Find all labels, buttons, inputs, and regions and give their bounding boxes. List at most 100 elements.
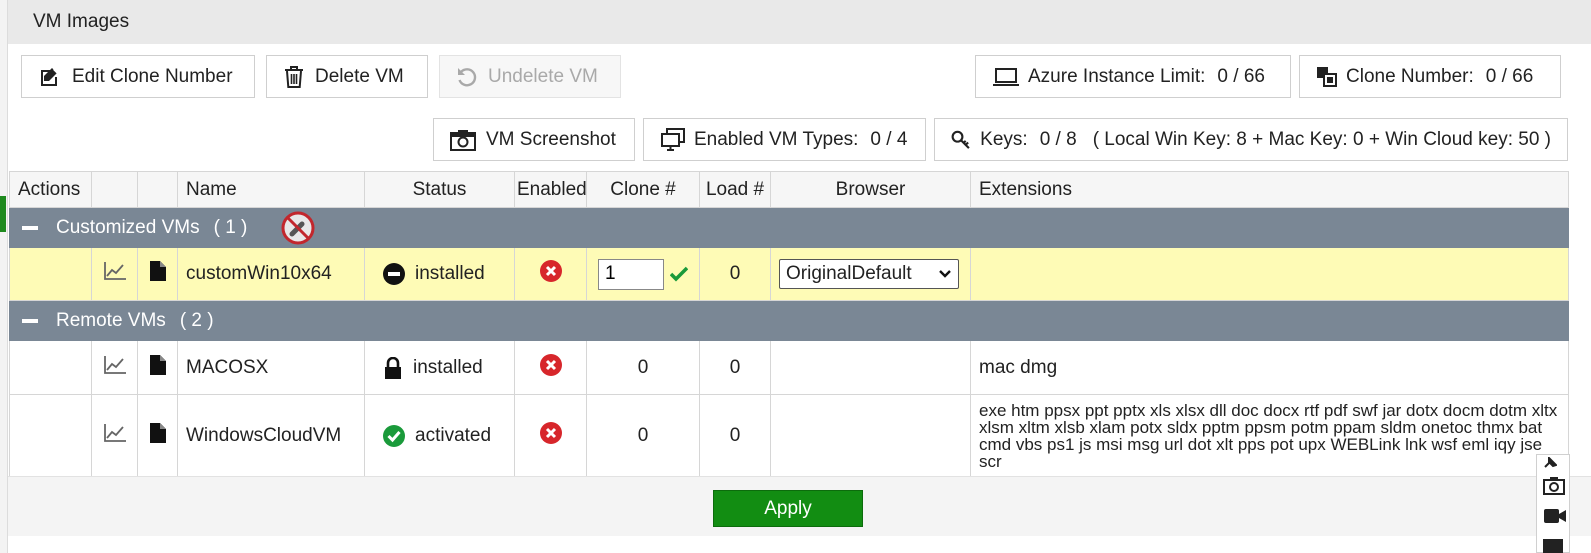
col-header-extensions[interactable]: Extensions: [970, 171, 1569, 208]
trash-icon: [285, 65, 303, 88]
clone-icon: [1317, 66, 1337, 87]
name-cell[interactable]: MACOSX: [177, 340, 365, 395]
extensions-cell: exe htm ppsx ppt pptx xls xlsx dll doc d…: [970, 394, 1569, 477]
key-icon: [951, 130, 970, 149]
check-icon[interactable]: [670, 266, 688, 282]
name-cell[interactable]: WindowsCloudVM: [177, 394, 365, 477]
col-header-chart: [91, 171, 138, 208]
table-row[interactable]: WindowsCloudVM activated 0 0 exe htm pps…: [9, 394, 1569, 477]
collapse-icon[interactable]: [22, 318, 38, 323]
edit-clone-number-button[interactable]: Edit Clone Number: [21, 55, 255, 98]
vm-screenshot-button[interactable]: VM Screenshot: [433, 118, 635, 161]
clone-cell: 0: [586, 394, 700, 477]
browser-select[interactable]: OriginalDefault: [779, 259, 959, 289]
delete-vm-button[interactable]: Delete VM: [266, 55, 428, 98]
clone-cell: [586, 247, 700, 301]
camera-icon[interactable]: [1543, 475, 1565, 495]
x-circle-icon[interactable]: [539, 421, 562, 444]
enabled-cell[interactable]: [514, 394, 587, 477]
col-header-file: [137, 171, 178, 208]
browser-cell: [770, 394, 971, 477]
minus-circle-icon: [383, 263, 405, 285]
enabled-vm-types-label: Enabled VM Types:: [694, 128, 859, 150]
group-count: ( 1 ): [213, 216, 248, 238]
enabled-cell[interactable]: [514, 340, 587, 395]
clone-number-input[interactable]: [598, 258, 664, 290]
apply-button[interactable]: Apply: [713, 490, 863, 527]
browser-cell: OriginalDefault: [770, 247, 971, 301]
col-header-load[interactable]: Load #: [699, 171, 771, 208]
name-cell[interactable]: customWin10x64: [177, 247, 365, 301]
keys-stat: Keys: 0 / 8 ( Local Win Key: 8 + Mac Key…: [934, 118, 1568, 161]
file-icon[interactable]: [149, 261, 166, 281]
edit-icon: [41, 67, 58, 86]
undelete-vm-label: Undelete VM: [488, 65, 598, 87]
no-usb-icon[interactable]: [281, 211, 315, 245]
pin-icon[interactable]: [1543, 457, 1557, 469]
clone-number-stat: Clone Number: 0 / 66: [1299, 55, 1561, 98]
azure-instance-value: 0 / 66: [1217, 65, 1265, 87]
check-circle-icon: [383, 424, 405, 447]
camera-icon: [450, 129, 476, 151]
chart-cell[interactable]: [91, 394, 138, 477]
group-row-customized-vms[interactable]: Customized VMs ( 1 ): [9, 207, 1569, 248]
browser-selected-value: OriginalDefault: [786, 263, 912, 284]
x-circle-icon[interactable]: [539, 353, 562, 376]
col-header-status[interactable]: Status: [364, 171, 515, 208]
status-text: activated: [415, 424, 492, 446]
chart-icon[interactable]: [103, 261, 127, 281]
file-icon[interactable]: [149, 354, 166, 375]
azure-instance-label: Azure Instance Limit:: [1028, 65, 1206, 87]
file-cell[interactable]: [137, 340, 178, 395]
chart-cell[interactable]: [91, 247, 138, 301]
enabled-cell[interactable]: [514, 247, 587, 301]
col-header-name[interactable]: Name: [177, 171, 365, 208]
tool-partial[interactable]: [1543, 539, 1563, 553]
chart-cell[interactable]: [91, 340, 138, 395]
left-strip: [0, 0, 8, 553]
undo-icon: [458, 67, 477, 86]
col-header-enabled[interactable]: Enabled: [514, 171, 587, 208]
status-text: installed: [413, 356, 483, 378]
page-title: VM Images: [33, 11, 130, 32]
actions-cell: [9, 247, 92, 301]
load-cell: 0: [699, 340, 771, 395]
col-header-actions[interactable]: Actions: [9, 171, 92, 208]
load-cell: 0: [699, 394, 771, 477]
group-row-remote-vms[interactable]: Remote VMs ( 2 ): [9, 300, 1569, 341]
edit-clone-number-label: Edit Clone Number: [72, 65, 233, 87]
status-cell: activated: [364, 394, 515, 477]
file-cell[interactable]: [137, 394, 178, 477]
file-icon[interactable]: [149, 422, 166, 443]
floating-tools: [1536, 454, 1570, 553]
table-row[interactable]: customWin10x64 installed 0 OriginalDef: [9, 247, 1569, 301]
video-camera-icon[interactable]: [1543, 507, 1567, 525]
col-header-clone[interactable]: Clone #: [586, 171, 700, 208]
delete-vm-label: Delete VM: [315, 65, 404, 87]
extensions-cell: [970, 247, 1569, 301]
extensions-cell: mac dmg: [970, 340, 1569, 395]
vm-images-table: Actions Name Status Enabled Clone # Load…: [9, 171, 1569, 477]
clone-cell: 0: [586, 340, 700, 395]
chevron-down-icon: [939, 270, 951, 278]
enabled-vm-types-stat: Enabled VM Types: 0 / 4: [643, 118, 926, 161]
status-cell: installed: [364, 340, 515, 395]
chart-icon[interactable]: [103, 423, 127, 443]
undelete-vm-button[interactable]: Undelete VM: [439, 55, 621, 98]
collapse-icon[interactable]: [22, 225, 38, 230]
keys-detail: ( Local Win Key: 8 + Mac Key: 0 + Win Cl…: [1092, 128, 1551, 150]
keys-label: Keys:: [980, 128, 1028, 150]
clone-number-value: 0 / 66: [1485, 65, 1534, 87]
chart-icon[interactable]: [103, 355, 127, 375]
group-count: ( 2 ): [179, 309, 214, 331]
vm-screenshot-label: VM Screenshot: [486, 128, 616, 150]
table-row[interactable]: MACOSX installed 0 0 mac dmg: [9, 340, 1569, 395]
x-circle-icon[interactable]: [539, 260, 562, 282]
file-cell[interactable]: [137, 247, 178, 301]
browser-cell: [770, 340, 971, 395]
clone-number-label: Clone Number:: [1346, 65, 1474, 87]
col-header-browser[interactable]: Browser: [770, 171, 971, 208]
group-label: Customized VMs: [56, 216, 200, 238]
left-active-indicator: [0, 196, 6, 232]
actions-cell: [9, 394, 92, 477]
